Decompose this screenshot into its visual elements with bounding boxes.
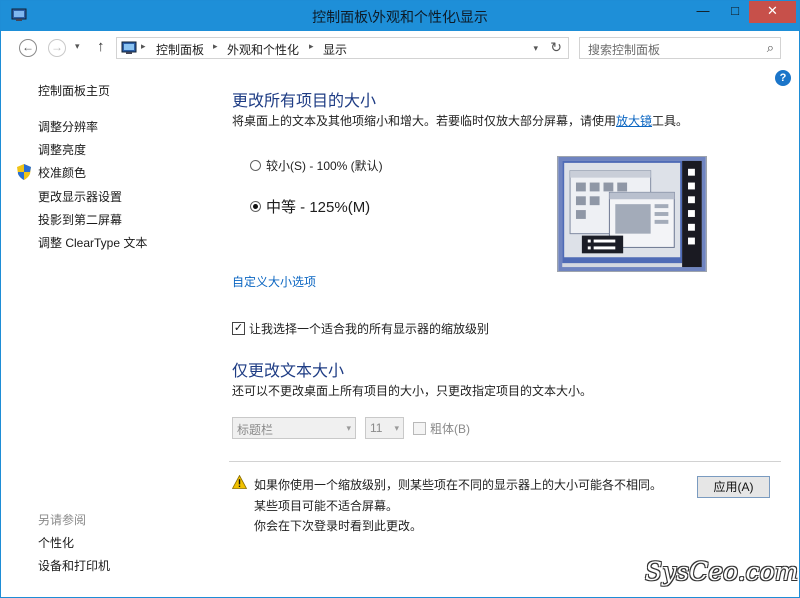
search-placeholder: 搜索控制面板 bbox=[588, 43, 661, 57]
back-button[interactable]: ← bbox=[19, 39, 37, 57]
breadcrumb-control-panel[interactable]: 控制面板 bbox=[156, 41, 204, 58]
divider bbox=[229, 461, 781, 462]
text-size-heading: 仅更改文本大小 bbox=[232, 363, 345, 380]
sidebar-item-calibrate-color[interactable]: 校准颜色 bbox=[38, 164, 86, 181]
description-suffix: 工具。 bbox=[652, 114, 689, 128]
radio-small[interactable] bbox=[250, 160, 261, 171]
breadcrumb-separator-icon[interactable]: ▸ bbox=[141, 41, 146, 52]
close-button[interactable]: ✕ bbox=[749, 1, 796, 23]
font-size-select[interactable]: 11 ▾ bbox=[365, 417, 404, 439]
window-title: 控制面板\外观和个性化\显示 bbox=[312, 9, 488, 25]
help-icon[interactable]: ? bbox=[775, 70, 791, 86]
bold-checkbox[interactable] bbox=[413, 422, 426, 435]
option-medium[interactable]: 中等 - 125%(M) bbox=[250, 196, 370, 217]
warning-icon bbox=[232, 475, 247, 489]
custom-sizing-link[interactable]: 自定义大小选项 bbox=[232, 273, 316, 290]
up-arrow-icon[interactable]: ↑ bbox=[97, 38, 105, 55]
minimize-button[interactable]: — bbox=[689, 1, 717, 23]
apply-button[interactable]: 应用(A) bbox=[697, 476, 770, 498]
breadcrumb-separator-icon[interactable]: ▸ bbox=[213, 41, 218, 52]
breadcrumb-display[interactable]: 显示 bbox=[323, 41, 347, 58]
chevron-down-icon[interactable]: ▾ bbox=[394, 423, 399, 434]
option-small-label[interactable]: 较小(S) - 100% (默认) bbox=[266, 157, 383, 174]
per-display-scaling-label[interactable]: 让我选择一个适合我的所有显示器的缩放级别 bbox=[249, 320, 489, 337]
recent-locations-chevron-icon[interactable]: ▾ bbox=[75, 41, 80, 52]
navigation-bar: ← → ▾ ↑ ▸ 控制面板 ▸ 外观和个性化 ▸ 显示 ▾ ↻ 搜索控制面板 … bbox=[1, 31, 799, 68]
maximize-button[interactable]: □ bbox=[721, 1, 749, 23]
address-bar[interactable]: ▸ 控制面板 ▸ 外观和个性化 ▸ 显示 ▾ ↻ bbox=[116, 37, 569, 59]
bold-label[interactable]: 粗体(B) bbox=[430, 420, 470, 437]
breadcrumb-appearance[interactable]: 外观和个性化 bbox=[227, 41, 299, 58]
sidebar-item-devices-printers[interactable]: 设备和打印机 bbox=[38, 557, 110, 574]
sidebar-item-cleartype[interactable]: 调整 ClearType 文本 bbox=[38, 234, 147, 251]
sidebar-item-adjust-resolution[interactable]: 调整分辨率 bbox=[38, 118, 98, 135]
per-display-scaling-checkbox[interactable]: ✓ bbox=[232, 322, 245, 335]
page-description: 将桌面上的文本及其他项缩小和增大。若要临时仅放大部分屏幕，请使用放大镜工具。 bbox=[232, 112, 688, 129]
sidebar-item-personalization[interactable]: 个性化 bbox=[38, 534, 74, 551]
per-display-scaling-option[interactable]: ✓ 让我选择一个适合我的所有显示器的缩放级别 bbox=[232, 320, 489, 337]
control-panel-window: 控制面板\外观和个性化\显示 — □ ✕ ← → ▾ ↑ ▸ 控制面板 ▸ 外观… bbox=[0, 0, 800, 598]
warning-text-line: 如果你使用一个缩放级别，则某些项在不同的显示器上的大小可能各不相同。 bbox=[254, 478, 663, 492]
font-size-value: 11 bbox=[370, 421, 383, 435]
warning-text-line: 某些项目可能不适合屏幕。 bbox=[254, 499, 399, 513]
forward-button[interactable]: → bbox=[48, 39, 66, 57]
warning-text-line: 你会在下次登录时看到此更改。 bbox=[254, 519, 423, 533]
site-watermark: SysCeo.com bbox=[645, 557, 799, 586]
description-text: 将桌面上的文本及其他项缩小和增大。若要临时仅放大部分屏幕，请使用 bbox=[232, 114, 617, 128]
search-icon[interactable]: ⌕ bbox=[767, 40, 774, 56]
uac-shield-icon bbox=[17, 164, 31, 180]
bold-option[interactable]: 粗体(B) bbox=[413, 420, 470, 437]
scaling-preview-image bbox=[557, 156, 707, 272]
text-size-description: 还可以不更改桌面上所有项目的大小，只更改指定项目的文本大小。 bbox=[232, 384, 593, 398]
refresh-icon[interactable]: ↻ bbox=[550, 39, 562, 56]
see-also-heading: 另请参阅 bbox=[38, 513, 87, 527]
sidebar: 控制面板主页 调整分辨率 调整亮度 校准颜色 更改显示器设置 投影到第二屏幕 调… bbox=[1, 67, 211, 597]
item-select-value: 标题栏 bbox=[237, 423, 274, 437]
breadcrumb-separator-icon[interactable]: ▸ bbox=[309, 41, 314, 52]
search-input[interactable]: 搜索控制面板 ⌕ bbox=[579, 37, 781, 59]
chevron-down-icon[interactable]: ▾ bbox=[346, 423, 351, 434]
address-history-chevron-icon[interactable]: ▾ bbox=[533, 43, 538, 54]
control-panel-icon bbox=[121, 41, 137, 54]
sidebar-item-project-second-screen[interactable]: 投影到第二屏幕 bbox=[38, 211, 122, 228]
page-title: 更改所有项目的大小 bbox=[232, 93, 377, 110]
option-small[interactable]: 较小(S) - 100% (默认) bbox=[250, 157, 383, 174]
sidebar-item-change-display-settings[interactable]: 更改显示器设置 bbox=[38, 188, 122, 205]
option-medium-label[interactable]: 中等 - 125%(M) bbox=[266, 196, 370, 217]
title-bar: 控制面板\外观和个性化\显示 — □ ✕ bbox=[1, 1, 799, 31]
sidebar-item-control-panel-home[interactable]: 控制面板主页 bbox=[38, 82, 110, 99]
item-select[interactable]: 标题栏 ▾ bbox=[232, 417, 356, 439]
magnifier-link[interactable]: 放大镜 bbox=[616, 114, 652, 128]
radio-medium[interactable] bbox=[250, 201, 261, 212]
sidebar-item-adjust-brightness[interactable]: 调整亮度 bbox=[38, 141, 86, 158]
